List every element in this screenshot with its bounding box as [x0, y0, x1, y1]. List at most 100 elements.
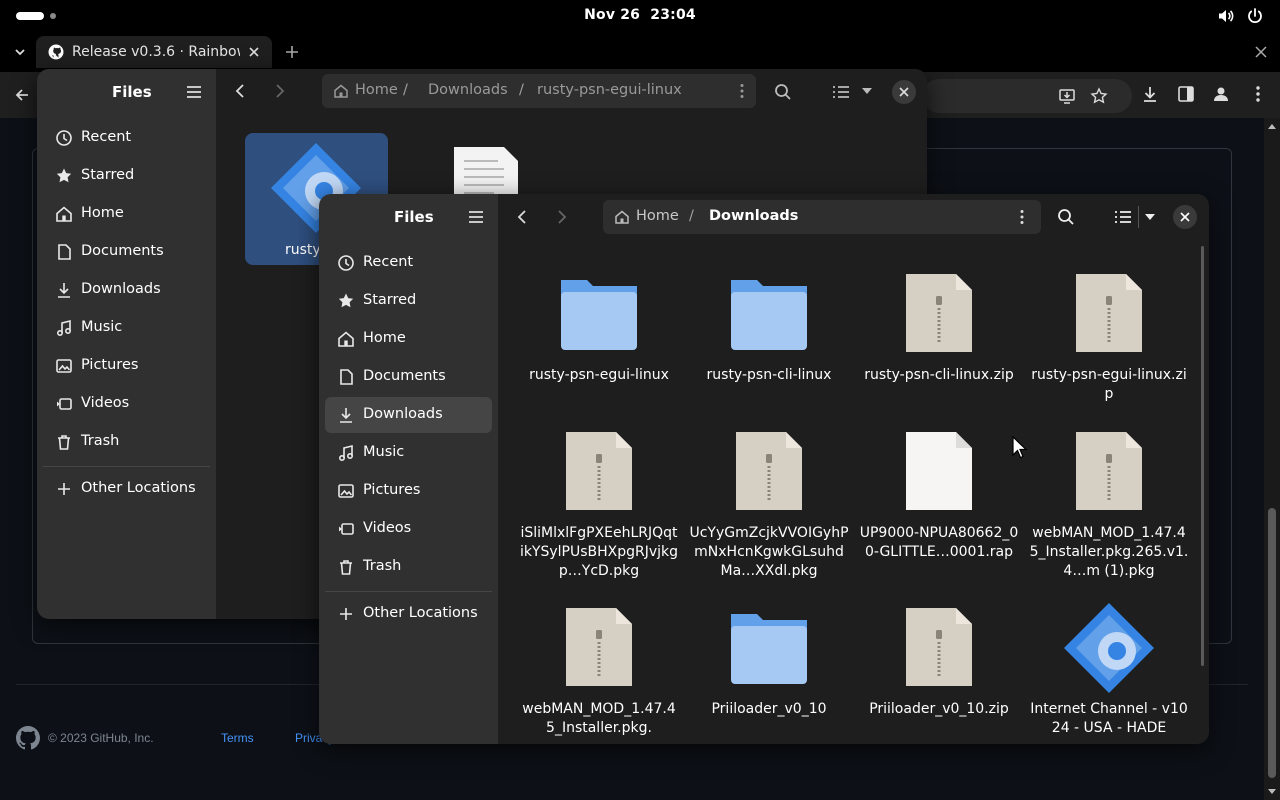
file-item[interactable]: webMAN_MOD_1.47.45_Installer.pkg.: [519, 602, 679, 742]
sidebar-item-label: Pictures: [81, 357, 139, 373]
crumb-separator: /: [519, 82, 524, 98]
list-view-icon[interactable]: [832, 84, 850, 100]
crumb-home[interactable]: Home: [355, 82, 398, 98]
sidebar-item-label: Documents: [363, 368, 446, 384]
scroll-up-icon[interactable]: [1267, 122, 1277, 130]
search-icon[interactable]: [774, 83, 792, 101]
tab-search-chevron-icon[interactable]: [13, 45, 27, 59]
sidebar-item-videos[interactable]: Videos: [325, 511, 492, 547]
trash-icon: [58, 435, 70, 450]
sidebar-item-label: Downloads: [363, 406, 443, 422]
search-icon[interactable]: [1057, 208, 1075, 226]
nav-back-icon[interactable]: [516, 209, 528, 225]
new-tab-icon[interactable]: [284, 44, 300, 60]
activities-workspace-indicator[interactable]: [16, 12, 44, 20]
file-name: rusty-psn-cli-linux: [706, 367, 832, 383]
file-name: Internet Channel - v1024 - USA - HADE: [1030, 701, 1188, 736]
sidebar-item-recent[interactable]: Recent: [43, 120, 210, 156]
sidebar-item-downloads[interactable]: Downloads: [325, 397, 492, 433]
plus-icon: [340, 608, 352, 620]
mouse-cursor-icon: [1012, 436, 1028, 459]
view-options-chevron-icon[interactable]: [1144, 213, 1156, 221]
back-arrow-icon[interactable]: [14, 87, 30, 103]
file-item[interactable]: UP9000-NPUA80662_00-GLITTLE…0001.rap: [859, 426, 1019, 582]
hamburger-menu-icon[interactable]: [467, 209, 485, 225]
path-menu-icon[interactable]: [1019, 209, 1025, 225]
file-item[interactable]: iSliMlxlFgPXEehLRJQqtikYSylPUsBHXpgRJvjk…: [519, 426, 679, 582]
path-bar[interactable]: Home / Downloads / rusty-psn-egui-linux: [322, 74, 756, 108]
sidebar-item-home[interactable]: Home: [43, 196, 210, 232]
file-item[interactable]: UcYyGmZcjkVVOIGyhPmNxHcnKgwkGLsuhdMa…XXd…: [689, 426, 849, 582]
content-scrollbar[interactable]: [1201, 246, 1204, 666]
file-item[interactable]: Priiloader_v0_10.zip: [859, 602, 1019, 742]
file-item[interactable]: rusty-psn-egui-linux.zip: [1029, 268, 1189, 424]
sidebar-item-documents[interactable]: Documents: [325, 359, 492, 395]
file-item[interactable]: rusty-psn-egui-linux: [519, 268, 679, 424]
file-item[interactable]: Internet Channel - v1024 - USA - HADE: [1029, 602, 1189, 742]
tab-close-icon[interactable]: [248, 46, 260, 58]
download-icon: [340, 408, 352, 423]
hamburger-menu-icon[interactable]: [185, 84, 203, 100]
page-scrollbar[interactable]: [1264, 118, 1280, 800]
sidebar-item-other-locations[interactable]: Other Locations: [43, 471, 210, 507]
sidebar-item-label: Music: [363, 444, 405, 460]
power-icon[interactable]: [1246, 7, 1264, 25]
path-bar[interactable]: Home / Downloads: [603, 200, 1041, 234]
sidebar-item-trash[interactable]: Trash: [325, 549, 492, 585]
address-bar[interactable]: [922, 79, 1132, 113]
more-menu-icon[interactable]: [1249, 85, 1267, 103]
file-item[interactable]: webMAN_MOD_1.47.45_Installer.pkg.265.v1.…: [1029, 426, 1189, 582]
sidebar-item-trash[interactable]: Trash: [43, 424, 210, 460]
sidebar-item-pictures[interactable]: Pictures: [43, 348, 210, 384]
window-close-icon[interactable]: [1255, 46, 1267, 58]
sidebar-item-starred[interactable]: Starred: [325, 283, 492, 319]
clock-time[interactable]: 23:04: [650, 7, 696, 23]
sidebar-item-recent[interactable]: Recent: [325, 245, 492, 281]
bookmark-star-icon[interactable]: [1090, 87, 1108, 105]
sidebar-item-documents[interactable]: Documents: [43, 234, 210, 270]
volume-icon[interactable]: [1217, 7, 1235, 25]
view-options-chevron-icon[interactable]: [861, 87, 873, 95]
text-document-icon[interactable]: [452, 145, 520, 201]
nav-forward-icon[interactable]: [274, 83, 286, 99]
scroll-down-icon[interactable]: [1267, 788, 1277, 796]
sidebar-item-home[interactable]: Home: [325, 321, 492, 357]
sidebar-item-starred[interactable]: Starred: [43, 158, 210, 194]
scroll-thumb[interactable]: [1268, 508, 1276, 778]
sidebar-item-label: Videos: [81, 395, 130, 411]
sidebar-item-music[interactable]: Music: [43, 310, 210, 346]
sidebar-item-other-locations[interactable]: Other Locations: [325, 596, 492, 632]
sidebar-item-label: Other Locations: [81, 480, 196, 496]
clock-date[interactable]: Nov 26: [584, 7, 640, 23]
sidebar-item-label: Other Locations: [363, 605, 478, 621]
sidebar-item-pictures[interactable]: Pictures: [325, 473, 492, 509]
clock-icon: [338, 255, 354, 271]
side-panel-icon[interactable]: [1177, 85, 1195, 103]
profile-icon[interactable]: [1212, 85, 1230, 103]
file-item[interactable]: rusty-psn-cli-linux: [689, 268, 849, 424]
sidebar-separator: [43, 466, 210, 467]
crumb-separator: /: [689, 208, 694, 224]
sidebar-item-music[interactable]: Music: [325, 435, 492, 471]
file-item[interactable]: Priiloader_v0_10: [689, 602, 849, 742]
path-menu-icon[interactable]: [739, 83, 745, 99]
close-button[interactable]: [892, 80, 916, 104]
crumb-current[interactable]: rusty-psn-egui-linux: [537, 82, 682, 98]
install-app-icon[interactable]: [1058, 87, 1076, 105]
crumb-downloads[interactable]: Downloads: [428, 82, 508, 98]
list-view-icon[interactable]: [1114, 209, 1132, 225]
close-icon: [1180, 212, 1190, 222]
crumb-home[interactable]: Home: [636, 208, 679, 224]
sidebar-item-downloads[interactable]: Downloads: [43, 272, 210, 308]
close-button[interactable]: [1173, 205, 1197, 229]
file-item[interactable]: rusty-psn-cli-linux.zip: [859, 268, 1019, 424]
downloads-icon[interactable]: [1141, 85, 1159, 103]
nav-back-icon[interactable]: [234, 83, 246, 99]
workspace-dot[interactable]: [50, 13, 56, 19]
sidebar-item-videos[interactable]: Videos: [43, 386, 210, 422]
footer-terms-link[interactable]: Terms: [221, 731, 254, 745]
crumb-current[interactable]: Downloads: [709, 208, 798, 224]
github-logo-icon[interactable]: [16, 726, 40, 750]
browser-tab[interactable]: Release v0.3.6 · RainbowCookie32/rusty-p…: [36, 36, 272, 68]
nav-forward-icon[interactable]: [556, 209, 568, 225]
